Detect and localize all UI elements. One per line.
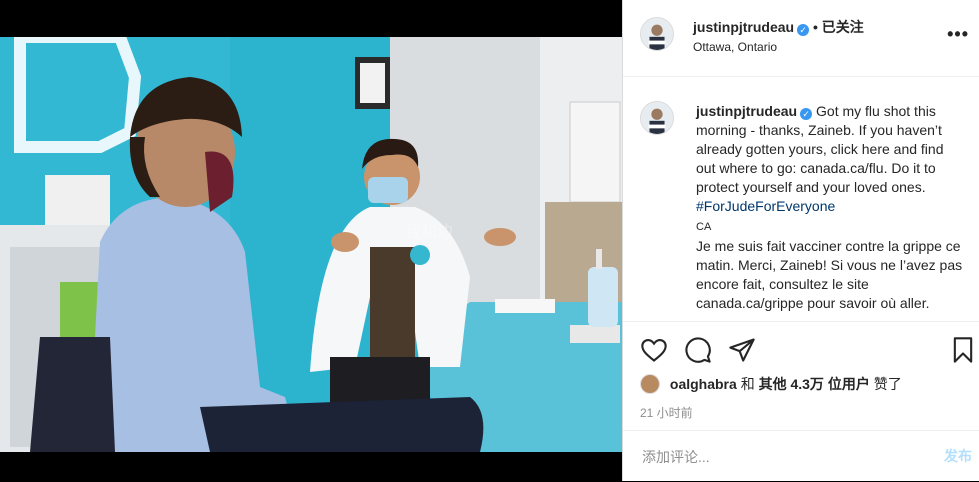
- post-timestamp[interactable]: 21 小时前: [640, 404, 693, 421]
- follow-status[interactable]: • 已关注: [813, 19, 864, 35]
- post-location[interactable]: Ottawa, Ontario: [693, 40, 777, 54]
- author-username[interactable]: justinpjtrudeau: [693, 19, 794, 35]
- likes-and: 和: [740, 376, 755, 392]
- post-caption: justinpjtrudeau ✓ Got my flu shot this mo…: [696, 102, 964, 313]
- post-header: justinpjtrudeau ✓ • 已关注 Ottawa, Ontario •…: [623, 0, 979, 77]
- verified-badge-icon: ✓: [800, 108, 813, 120]
- caption-hashtag[interactable]: #ForJudeForEveryone: [696, 198, 835, 214]
- author-line: justinpjtrudeau ✓ • 已关注: [693, 17, 864, 37]
- caption-area[interactable]: justinpjtrudeau ✓ Got my flu shot this mo…: [623, 77, 979, 322]
- caption-author-avatar[interactable]: [640, 101, 674, 135]
- more-options-icon[interactable]: •••: [947, 24, 969, 45]
- share-icon[interactable]: [728, 336, 756, 364]
- bookmark-icon[interactable]: [949, 336, 977, 364]
- liker-avatar[interactable]: [640, 374, 660, 394]
- caption-text-fr: Je me suis fait vacciner contre la gripp…: [696, 238, 963, 311]
- action-bar: [623, 322, 979, 374]
- likes-others[interactable]: 其他 4.3万 位用户: [759, 376, 870, 392]
- liker-username[interactable]: oalghabra: [670, 376, 737, 392]
- caption-language-tag: CA: [696, 221, 712, 233]
- heart-icon[interactable]: [640, 336, 668, 364]
- author-avatar[interactable]: [640, 17, 674, 51]
- verified-badge-icon: ✓: [797, 24, 810, 36]
- comment-icon[interactable]: [684, 336, 712, 364]
- likes-liked: 赞了: [873, 376, 902, 392]
- caption-username[interactable]: justinpjtrudeau: [696, 103, 797, 119]
- comment-input[interactable]: [640, 446, 924, 468]
- post-photo[interactable]: 我和边: [0, 37, 622, 452]
- post-comment-button[interactable]: 发布: [944, 446, 972, 466]
- likes-summary: oalghabra 和 其他 4.3万 位用户 赞了: [640, 374, 902, 396]
- post-photo-pane: 我和边: [0, 0, 622, 481]
- post-details-panel: justinpjtrudeau ✓ • 已关注 Ottawa, Ontario •…: [622, 0, 979, 481]
- svg-text:我和边: 我和边: [405, 222, 453, 241]
- comment-box: 发布: [623, 430, 979, 482]
